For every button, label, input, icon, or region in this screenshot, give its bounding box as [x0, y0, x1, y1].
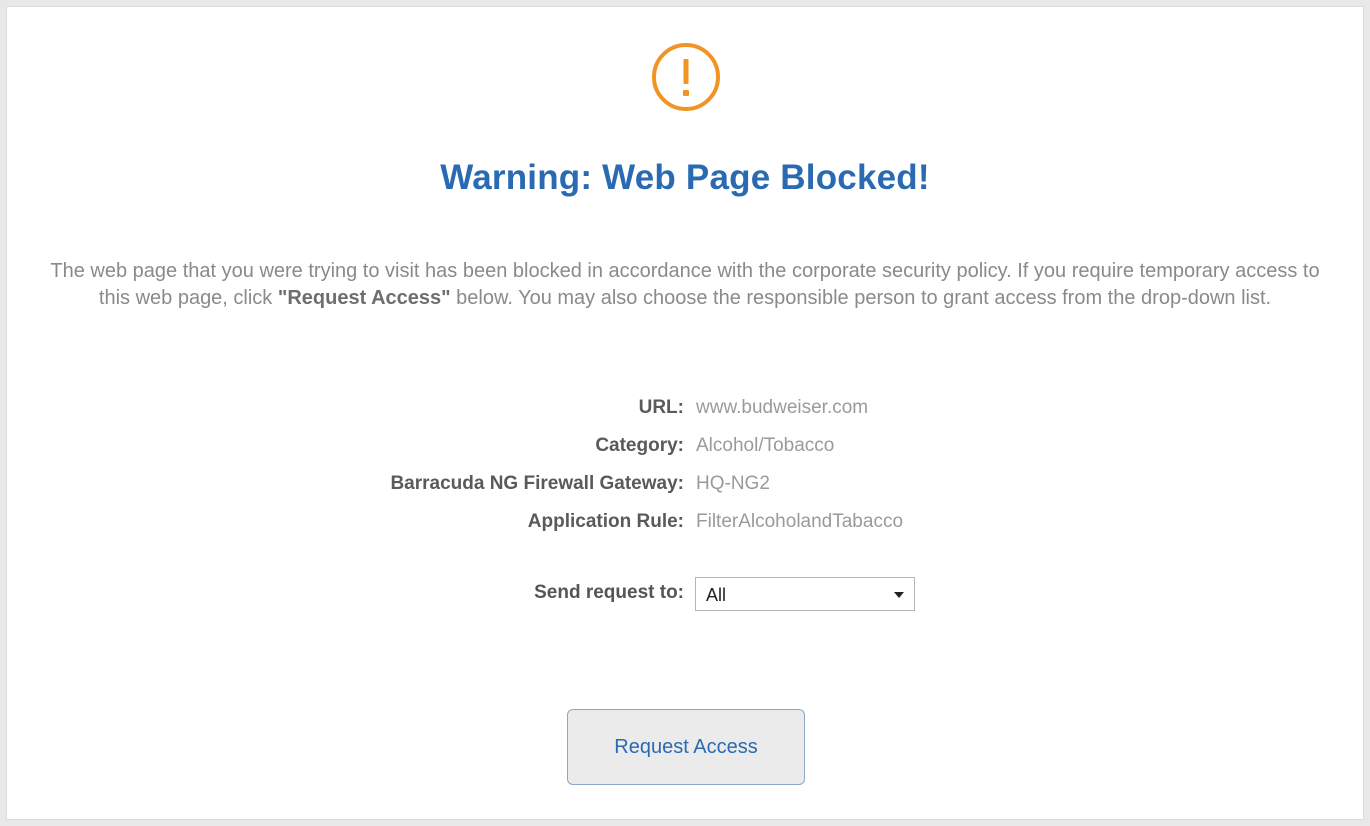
detail-value: www.budweiser.com	[696, 397, 869, 418]
page-title: Warning: Web Page Blocked!	[440, 158, 930, 197]
caret-down-icon	[894, 592, 904, 598]
detail-label: Application Rule:	[527, 511, 684, 532]
message-text-end: below. You may also choose the responsib…	[450, 287, 1272, 309]
send-request-label: Send request to:	[534, 582, 684, 603]
block-details: URL: www.budweiser.com Category: Alcohol…	[0, 393, 1370, 545]
detail-label: URL:	[638, 397, 684, 418]
message-emphasis: "Request Access"	[277, 287, 451, 309]
detail-value: Alcohol/Tobacco	[696, 435, 835, 456]
send-request-row: Send request to: All	[0, 575, 1370, 615]
detail-row-application-rule: Application Rule: FilterAlcoholandTabacc…	[0, 507, 1370, 545]
block-message: The web page that you were trying to vis…	[40, 258, 1330, 312]
detail-label: Category:	[595, 435, 684, 456]
recipient-select-value: All	[706, 585, 727, 605]
detail-row-category: Category: Alcohol/Tobacco	[0, 431, 1370, 469]
exclamation-circle-icon	[652, 43, 720, 111]
detail-label: Barracuda NG Firewall Gateway:	[390, 473, 684, 494]
recipient-select[interactable]: All	[695, 577, 915, 611]
detail-row-url: URL: www.budweiser.com	[0, 393, 1370, 431]
detail-value: HQ-NG2	[696, 473, 770, 494]
request-access-button[interactable]: Request Access	[567, 709, 805, 785]
detail-value: FilterAlcoholandTabacco	[696, 511, 904, 532]
detail-row-gateway: Barracuda NG Firewall Gateway: HQ-NG2	[0, 469, 1370, 507]
